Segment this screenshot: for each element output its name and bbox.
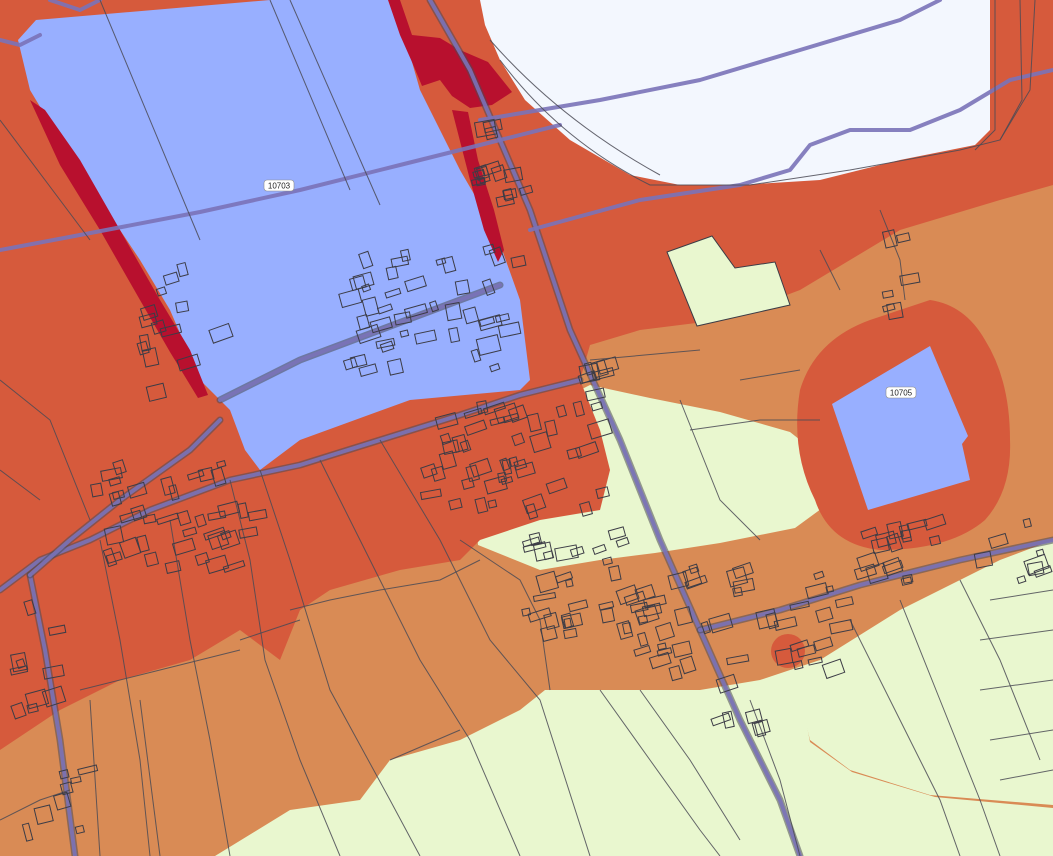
map-canvas[interactable]: 10703 10705 — [0, 0, 1053, 856]
zone-label-10703: 10703 — [263, 179, 295, 192]
map-layers: 10703 10705 — [0, 0, 1053, 856]
zone-label-10705: 10705 — [885, 386, 917, 399]
zone-label-10705-text: 10705 — [890, 389, 913, 398]
zone-label-10703-text: 10703 — [268, 182, 291, 191]
